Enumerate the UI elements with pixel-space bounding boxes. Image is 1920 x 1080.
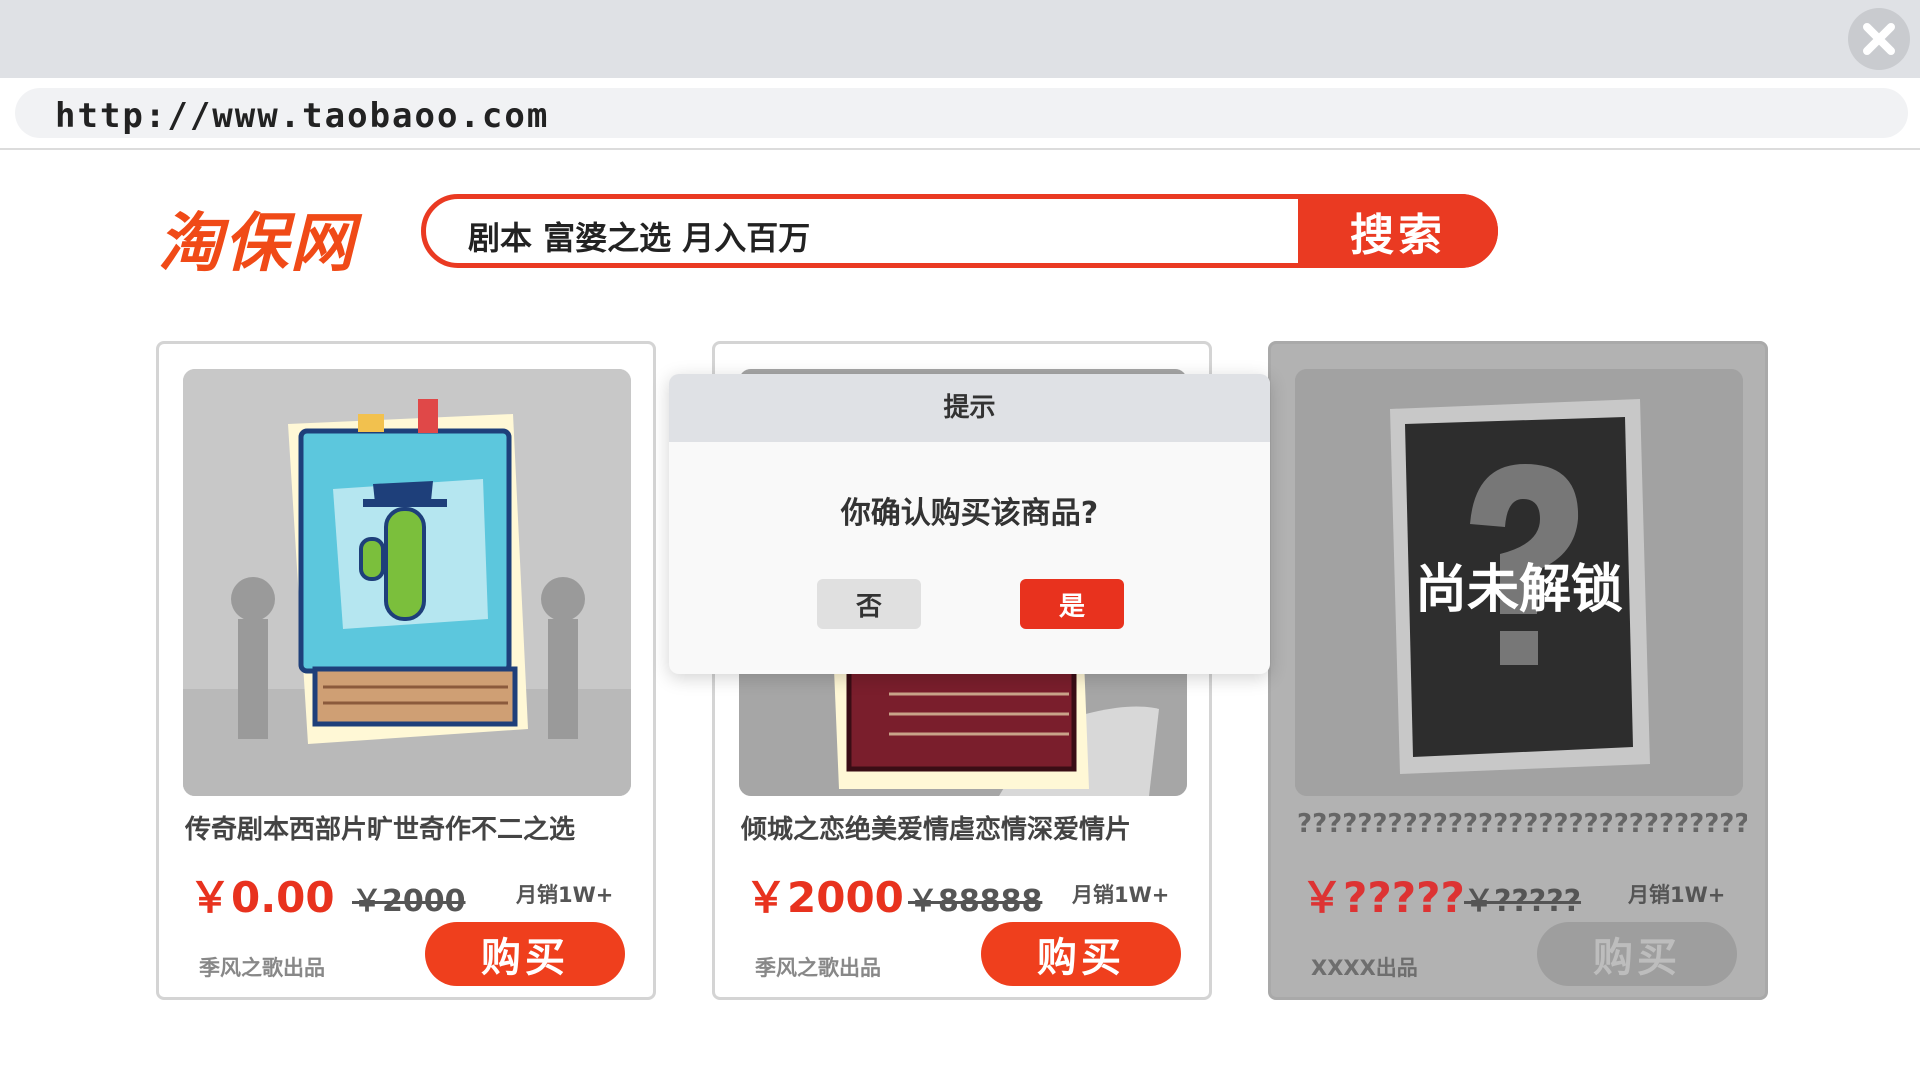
product-title: 传奇剧本西部片旷世奇作不二之选 bbox=[185, 815, 576, 845]
search-button[interactable]: 搜索 bbox=[1298, 194, 1498, 268]
product-title: ???????????????????????????????????? bbox=[1297, 809, 1747, 839]
dialog-message: 你确认购买该商品? bbox=[840, 496, 1099, 531]
locked-product-card: 尚未解锁 ???????????????????????????????????… bbox=[1268, 341, 1768, 1000]
product-price: ￥0.00 bbox=[189, 873, 335, 922]
search-input[interactable]: 剧本 富婆之选 月入百万 bbox=[468, 213, 810, 259]
address-bar[interactable]: http://www.taobaoo.com bbox=[15, 88, 1908, 138]
product-price: ￥????? bbox=[1301, 873, 1465, 922]
monthly-sales: 月销1W+ bbox=[1072, 883, 1170, 907]
address-bar-area: http://www.taobaoo.com bbox=[0, 78, 1920, 150]
original-price: ￥2000 bbox=[352, 884, 466, 919]
url-text: http://www.taobaoo.com bbox=[55, 96, 550, 136]
product-price: ￥2000 bbox=[745, 873, 904, 922]
monthly-sales: 月销1W+ bbox=[516, 883, 614, 907]
close-icon bbox=[1863, 23, 1895, 55]
product-card: 传奇剧本西部片旷世奇作不二之选 ￥0.00 ￥2000 月销1W+ 季风之歌出品… bbox=[156, 341, 656, 1000]
western-book-illustration bbox=[183, 369, 631, 796]
confirm-dialog: 提示 你确认购买该商品? 否 是 bbox=[669, 374, 1270, 674]
locked-label: 尚未解锁 bbox=[1414, 560, 1623, 620]
product-maker: 季风之歌出品 bbox=[755, 956, 881, 980]
dialog-title: 提示 bbox=[669, 374, 1270, 442]
buy-button[interactable]: 购买 bbox=[981, 922, 1181, 986]
product-maker: XXXX出品 bbox=[1311, 956, 1418, 980]
game-screen: http://www.taobaoo.com 淘保网 剧本 富婆之选 月入百万 … bbox=[0, 0, 1920, 1080]
product-maker: 季风之歌出品 bbox=[199, 956, 325, 980]
buy-button[interactable]: 购买 bbox=[425, 922, 625, 986]
original-price: ￥88888 bbox=[908, 884, 1043, 919]
browser-titlebar bbox=[0, 0, 1920, 78]
site-logo: 淘保网 bbox=[158, 207, 356, 281]
product-image bbox=[183, 369, 631, 796]
product-title: 倾城之恋绝美爱情虐恋情深爱情片 bbox=[741, 815, 1132, 845]
close-button[interactable] bbox=[1848, 8, 1910, 70]
confirm-button[interactable]: 是 bbox=[1020, 579, 1124, 629]
original-price: ￥????? bbox=[1464, 884, 1582, 919]
cancel-button[interactable]: 否 bbox=[817, 579, 921, 629]
monthly-sales: 月销1W+ bbox=[1628, 883, 1726, 907]
buy-button-disabled: 购买 bbox=[1537, 922, 1737, 986]
product-image: 尚未解锁 bbox=[1295, 369, 1743, 796]
